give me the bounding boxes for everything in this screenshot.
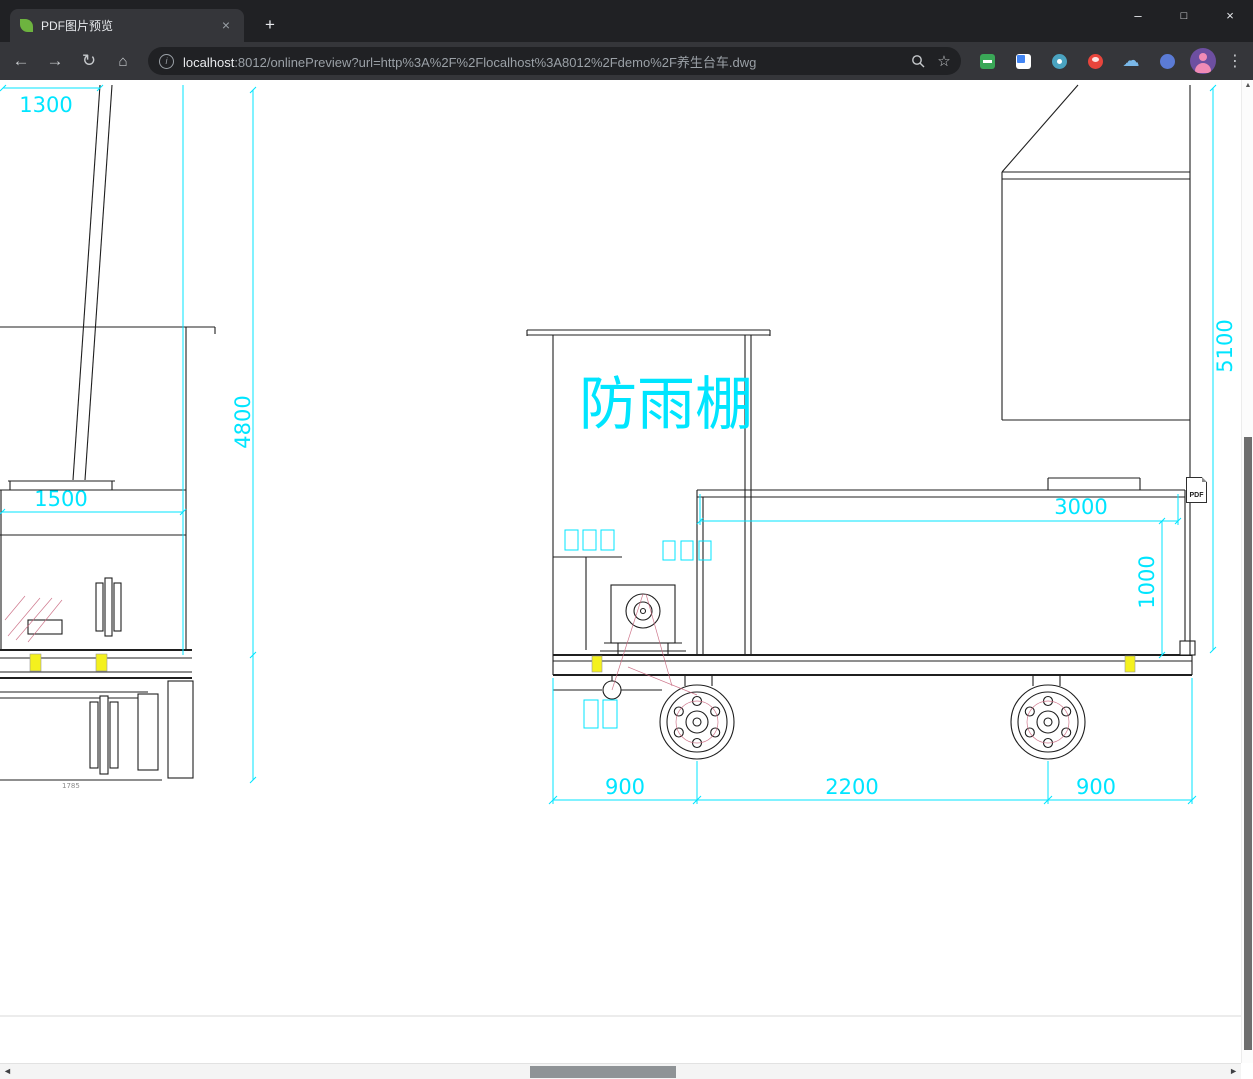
browser-tab[interactable]: PDF图片预览 ×: [10, 9, 244, 42]
maximize-button[interactable]: □: [1161, 0, 1207, 31]
tab-title: PDF图片预览: [41, 19, 114, 33]
extension-icon-green[interactable]: [971, 46, 1003, 76]
cad-drawing: 1300 4800 1500 1785 防雨棚 3000 1000 900 22…: [0, 84, 1241, 1017]
url-text[interactable]: localhost:8012/onlinePreview?url=http%3A…: [183, 52, 905, 71]
front-wheel: [659, 684, 735, 760]
horizontal-scrollbar[interactable]: ◄ ►: [0, 1063, 1241, 1079]
page-info-icon[interactable]: i: [159, 53, 174, 69]
browser-window: PDF图片预览 × + – □ × ← → ↻ ⌂ i localhost:80…: [0, 0, 1253, 1079]
scroll-right-icon[interactable]: ►: [1229, 1066, 1238, 1076]
extension-icon-teal-circle[interactable]: [1043, 46, 1075, 76]
tab-close-icon[interactable]: ×: [218, 17, 234, 34]
close-button[interactable]: ×: [1207, 0, 1253, 31]
spring-leaf-favicon: [20, 19, 33, 32]
vertical-scrollbar-thumb[interactable]: [1244, 437, 1252, 1050]
dim-1785-label: 1785: [62, 782, 80, 790]
address-bar[interactable]: i localhost:8012/onlinePreview?url=http%…: [148, 47, 961, 75]
back-button[interactable]: ←: [6, 46, 36, 76]
dim-3000-label: 3000: [1054, 495, 1107, 519]
extension-icon-blue[interactable]: [1151, 46, 1183, 76]
zoom-icon[interactable]: [905, 48, 931, 74]
translate-glyph: [1015, 53, 1031, 69]
dim-2200-label: 2200: [825, 775, 878, 799]
vertical-scrollbar[interactable]: ▲: [1241, 80, 1253, 1063]
cloud-extension-icon[interactable]: ☁: [1115, 46, 1147, 76]
green-extension-glyph: [979, 53, 995, 69]
red-extension-glyph: [1087, 53, 1103, 69]
rain-shelter-label: 防雨棚: [579, 370, 753, 438]
url-host: localhost: [183, 54, 235, 70]
rear-wheel: [1010, 684, 1086, 760]
pdf-badge-text: PDF: [1189, 492, 1204, 499]
blue-extension-glyph: [1159, 53, 1175, 69]
window-controls: – □ ×: [1115, 0, 1253, 31]
reload-button[interactable]: ↻: [74, 46, 104, 76]
dim-4800-label: 4800: [231, 395, 255, 448]
dim-1000-label: 1000: [1135, 555, 1159, 608]
dim-900-right-label: 900: [1076, 775, 1116, 799]
highlight-mark: [1124, 655, 1136, 673]
highlight-mark: [95, 653, 108, 672]
profile-avatar[interactable]: [1187, 46, 1219, 76]
minimize-button[interactable]: –: [1115, 0, 1161, 31]
tab-strip: PDF图片预览 × + – □ ×: [0, 0, 1253, 42]
center-view-dimension-lines: [548, 494, 1197, 805]
avatar-figure-icon: [1190, 48, 1216, 74]
horizontal-scrollbar-thumb[interactable]: [530, 1066, 676, 1078]
dim-900-left-label: 900: [605, 775, 645, 799]
home-button[interactable]: ⌂: [108, 46, 138, 76]
dim-5100-label: 5100: [1213, 319, 1237, 372]
left-view-centerlines: [4, 595, 63, 643]
translate-extension-icon[interactable]: [1007, 46, 1039, 76]
pdf-file-icon[interactable]: PDF: [1186, 477, 1207, 503]
teal-circle-glyph: [1051, 53, 1067, 69]
page-content: 1300 4800 1500 1785 防雨棚 3000 1000 900 22…: [0, 80, 1253, 1079]
new-tab-button[interactable]: +: [257, 12, 283, 38]
dim-1300-label: 1300: [19, 93, 72, 117]
forward-button[interactable]: →: [40, 46, 70, 76]
scrollbar-corner: [1241, 1063, 1253, 1079]
extension-icon-red[interactable]: [1079, 46, 1111, 76]
browser-toolbar: ← → ↻ ⌂ i localhost:8012/onlinePreview?u…: [0, 42, 1253, 80]
dim-1500-label: 1500: [34, 487, 87, 511]
browser-menu-icon[interactable]: ⋮: [1223, 46, 1247, 76]
highlight-mark: [29, 653, 42, 672]
bookmark-star-icon[interactable]: ☆: [931, 48, 957, 74]
scroll-up-icon[interactable]: ▲: [1242, 82, 1253, 89]
url-path: :8012/onlinePreview?url=http%3A%2F%2Floc…: [234, 54, 757, 70]
highlight-mark: [591, 655, 603, 673]
scroll-left-icon[interactable]: ◄: [3, 1066, 12, 1076]
magnifier-glyph: [912, 55, 925, 68]
